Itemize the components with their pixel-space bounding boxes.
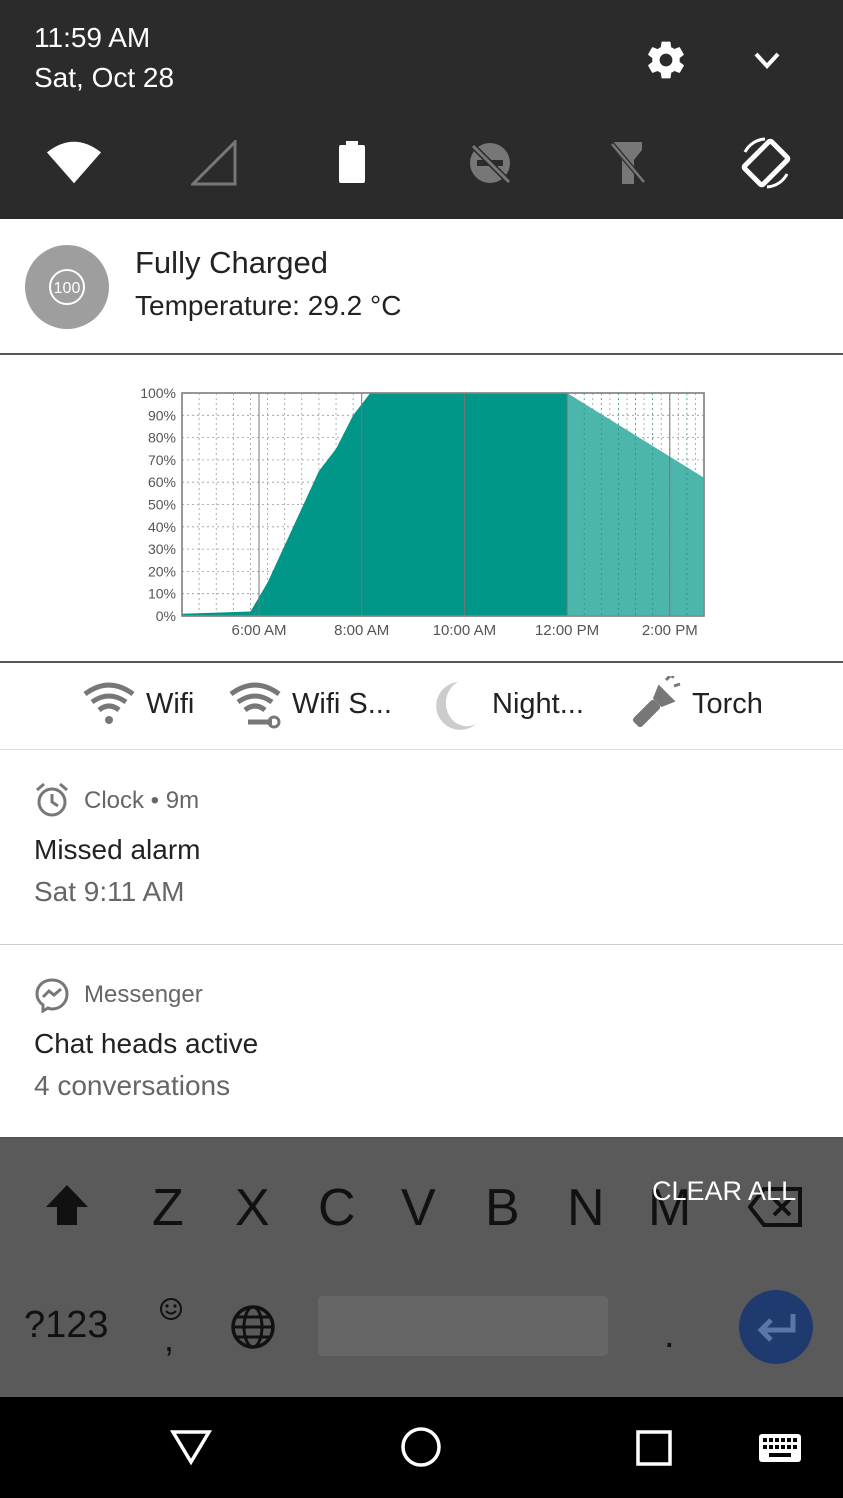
notification-subtitle: Sat 9:11 AM [34, 876, 185, 907]
y-tick-label: 50% [148, 497, 176, 513]
collapse-chevron-icon[interactable] [748, 44, 786, 78]
y-tick-label: 10% [148, 586, 176, 602]
y-tick-label: 30% [148, 541, 176, 557]
toggle-wifi-settings-label[interactable]: Wifi S... [292, 688, 392, 721]
key-x[interactable]: X [235, 1178, 270, 1238]
period-key[interactable]: . [664, 1314, 675, 1357]
clear-all-button[interactable]: CLEAR ALL [652, 1176, 796, 1207]
x-tick-label: 10:00 AM [433, 622, 496, 639]
notification-subtitle: 4 conversations [34, 1070, 231, 1101]
messenger-icon [34, 977, 70, 1014]
toggle-night-label[interactable]: Night... [492, 688, 584, 721]
battery-level-text: 100 [54, 280, 81, 297]
battery-icon[interactable] [324, 135, 380, 191]
key-z[interactable]: Z [152, 1178, 184, 1238]
y-tick-label: 90% [148, 407, 176, 423]
symbols-key[interactable]: ?123 [24, 1304, 109, 1347]
battery-level-badge: 100 [25, 245, 109, 329]
wifi-settings-icon[interactable] [228, 682, 282, 730]
auto-rotate-icon[interactable] [738, 135, 794, 191]
battery-temperature: Temperature: 29.2 °C [135, 290, 402, 321]
torch-icon[interactable] [626, 673, 684, 734]
enter-arrow-icon [757, 1314, 796, 1342]
keyboard-icon[interactable] [758, 1433, 802, 1463]
x-tick-label: 8:00 AM [334, 622, 389, 639]
back-icon[interactable] [169, 1428, 213, 1466]
y-tick-label: 60% [148, 474, 176, 490]
recents-icon[interactable] [636, 1430, 672, 1466]
space-bar[interactable] [318, 1296, 608, 1356]
y-tick-label: 20% [148, 563, 176, 579]
key-c[interactable]: C [318, 1178, 356, 1238]
notification-app-name: Clock • 9m [84, 787, 200, 814]
home-icon[interactable] [400, 1426, 442, 1468]
toggle-torch-label[interactable]: Torch [692, 688, 763, 721]
enter-key[interactable] [739, 1290, 813, 1364]
key-v[interactable]: V [401, 1178, 436, 1238]
notification-title: Chat heads active [34, 1028, 259, 1059]
status-date: Sat, Oct 28 [34, 62, 175, 93]
y-tick-label: 40% [148, 519, 176, 535]
alarm-clock-icon [34, 782, 70, 818]
wifi-icon[interactable] [46, 135, 102, 191]
wifi-toggle-icon[interactable] [82, 682, 136, 726]
battery-title: Fully Charged [135, 245, 328, 280]
globe-icon[interactable] [230, 1304, 276, 1350]
flashlight-icon[interactable] [600, 135, 656, 191]
x-tick-label: 6:00 AM [231, 622, 286, 639]
notification-app-name: Messenger [84, 981, 203, 1008]
comma-key[interactable]: , [164, 1318, 174, 1360]
battery-notification[interactable] [0, 219, 843, 355]
y-tick-label: 0% [156, 608, 176, 624]
key-n[interactable]: N [567, 1178, 605, 1238]
shift-key-icon[interactable] [44, 1183, 90, 1227]
x-tick-label: 12:00 PM [535, 622, 599, 639]
status-time: 11:59 AM [34, 22, 151, 53]
do-not-disturb-icon[interactable] [462, 135, 518, 191]
battery-chart: 100% 90% 80% 70% 60% 50% 40% 30% 20% 10% 0% 6:00 AM… [140, 385, 705, 639]
cell-signal-icon[interactable] [186, 135, 242, 191]
y-tick-label: 100% [140, 385, 176, 401]
notification-title: Missed alarm [34, 834, 201, 865]
settings-gear-icon[interactable] [644, 38, 688, 82]
toggle-wifi-label[interactable]: Wifi [146, 688, 194, 721]
y-tick-label: 80% [148, 430, 176, 446]
key-b[interactable]: B [485, 1178, 520, 1238]
x-tick-label: 2:00 PM [642, 622, 698, 639]
y-tick-label: 70% [148, 452, 176, 468]
battery-chart-panel: 100% 90% 80% 70% 60% 50% 40% 30% 20% 10% 0% 6:00 AM… [0, 356, 843, 663]
moon-icon[interactable] [430, 680, 480, 732]
